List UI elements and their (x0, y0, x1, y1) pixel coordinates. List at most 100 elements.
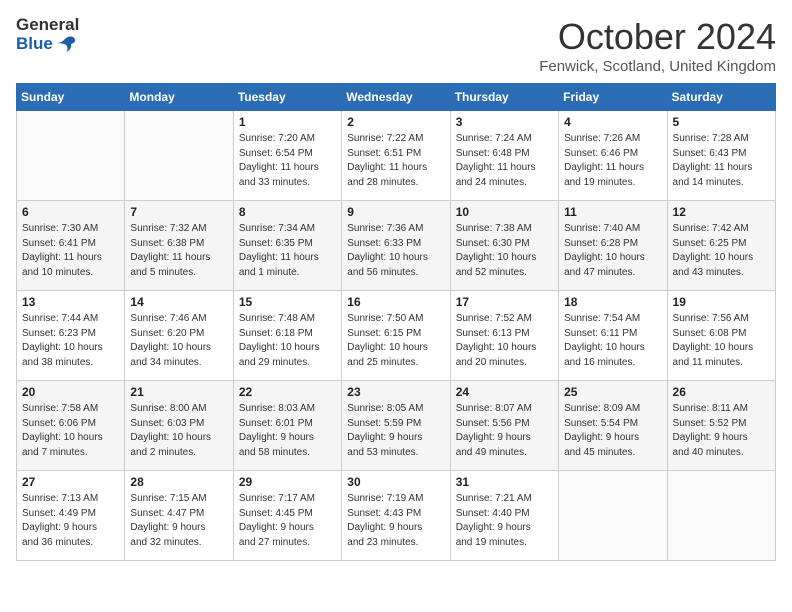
weekday-header-tuesday: Tuesday (233, 84, 341, 111)
calendar-cell: 23 Sunrise: 8:05 AM Sunset: 5:59 PM Dayli… (342, 381, 450, 471)
day-number: 18 (564, 295, 661, 309)
day-number: 6 (22, 205, 119, 219)
calendar-cell: 5 Sunrise: 7:28 AM Sunset: 6:43 PM Daylig… (667, 111, 775, 201)
day-info: Sunrise: 7:42 AM Sunset: 6:25 PM Dayligh… (673, 222, 770, 280)
day-info: Sunrise: 7:56 AM Sunset: 6:08 PM Dayligh… (673, 312, 770, 370)
day-number: 3 (456, 115, 553, 129)
day-number: 19 (673, 295, 770, 309)
day-number: 2 (347, 115, 444, 129)
day-info: Sunrise: 7:17 AM Sunset: 4:45 PM Dayligh… (239, 492, 336, 550)
calendar-cell: 15 Sunrise: 7:48 AM Sunset: 6:18 PM Dayli… (233, 291, 341, 381)
day-info: Sunrise: 7:24 AM Sunset: 6:48 PM Dayligh… (456, 132, 553, 190)
day-info: Sunrise: 7:54 AM Sunset: 6:11 PM Dayligh… (564, 312, 661, 370)
day-info: Sunrise: 7:13 AM Sunset: 4:49 PM Dayligh… (22, 492, 119, 550)
calendar-cell: 7Sunrise: 7:32 AM Sunset: 6:38 PM Daylig… (125, 201, 233, 291)
calendar-cell: 8 Sunrise: 7:34 AM Sunset: 6:35 PM Daylig… (233, 201, 341, 291)
weekday-header-wednesday: Wednesday (342, 84, 450, 111)
day-info: Sunrise: 7:21 AM Sunset: 4:40 PM Dayligh… (456, 492, 553, 550)
day-info: Sunrise: 7:52 AM Sunset: 6:13 PM Dayligh… (456, 312, 553, 370)
day-info: Sunrise: 7:28 AM Sunset: 6:43 PM Dayligh… (673, 132, 770, 190)
day-info: Sunrise: 7:40 AM Sunset: 6:28 PM Dayligh… (564, 222, 661, 280)
day-info: Sunrise: 7:50 AM Sunset: 6:15 PM Dayligh… (347, 312, 444, 370)
calendar-cell: 29 Sunrise: 7:17 AM Sunset: 4:45 PM Dayli… (233, 471, 341, 561)
day-number: 27 (22, 475, 119, 489)
day-info: Sunrise: 7:30 AM Sunset: 6:41 PM Dayligh… (22, 222, 119, 280)
calendar-table: SundayMondayTuesdayWednesdayThursdayFrid… (16, 83, 776, 561)
calendar-cell (17, 111, 125, 201)
calendar-cell: 3 Sunrise: 7:24 AM Sunset: 6:48 PM Daylig… (450, 111, 558, 201)
calendar-cell: 28 Sunrise: 7:15 AM Sunset: 4:47 PM Dayli… (125, 471, 233, 561)
day-number: 21 (130, 385, 227, 399)
day-info: Sunrise: 8:00 AM Sunset: 6:03 PM Dayligh… (130, 402, 227, 460)
calendar-cell: 20 Sunrise: 7:58 AM Sunset: 6:06 PM Dayli… (17, 381, 125, 471)
calendar-week-1: 1 Sunrise: 7:20 AM Sunset: 6:54 PM Daylig… (17, 111, 776, 201)
calendar-cell: 21 Sunrise: 8:00 AM Sunset: 6:03 PM Dayli… (125, 381, 233, 471)
calendar-cell: 14 Sunrise: 7:46 AM Sunset: 6:20 PM Dayli… (125, 291, 233, 381)
title-block: October 2024 Fenwick, Scotland, United K… (539, 16, 776, 75)
calendar-cell (559, 471, 667, 561)
day-info: Sunrise: 7:26 AM Sunset: 6:46 PM Dayligh… (564, 132, 661, 190)
calendar-cell: 13Sunrise: 7:44 AM Sunset: 6:23 PM Dayli… (17, 291, 125, 381)
weekday-header-row: SundayMondayTuesdayWednesdayThursdayFrid… (17, 84, 776, 111)
day-number: 17 (456, 295, 553, 309)
logo: General Blue (16, 16, 79, 53)
day-info: Sunrise: 7:48 AM Sunset: 6:18 PM Dayligh… (239, 312, 336, 370)
weekday-header-thursday: Thursday (450, 84, 558, 111)
day-number: 20 (22, 385, 119, 399)
day-info: Sunrise: 8:11 AM Sunset: 5:52 PM Dayligh… (673, 402, 770, 460)
day-number: 28 (130, 475, 227, 489)
day-info: Sunrise: 7:34 AM Sunset: 6:35 PM Dayligh… (239, 222, 336, 280)
calendar-cell: 1 Sunrise: 7:20 AM Sunset: 6:54 PM Daylig… (233, 111, 341, 201)
day-number: 30 (347, 475, 444, 489)
day-info: Sunrise: 7:46 AM Sunset: 6:20 PM Dayligh… (130, 312, 227, 370)
day-number: 29 (239, 475, 336, 489)
calendar-cell (125, 111, 233, 201)
logo-blue: Blue (16, 35, 53, 54)
day-info: Sunrise: 7:36 AM Sunset: 6:33 PM Dayligh… (347, 222, 444, 280)
calendar-week-3: 13Sunrise: 7:44 AM Sunset: 6:23 PM Dayli… (17, 291, 776, 381)
day-info: Sunrise: 7:44 AM Sunset: 6:23 PM Dayligh… (22, 312, 119, 370)
calendar-cell: 30 Sunrise: 7:19 AM Sunset: 4:43 PM Dayli… (342, 471, 450, 561)
weekday-header-saturday: Saturday (667, 84, 775, 111)
day-info: Sunrise: 7:15 AM Sunset: 4:47 PM Dayligh… (130, 492, 227, 550)
day-info: Sunrise: 7:58 AM Sunset: 6:06 PM Dayligh… (22, 402, 119, 460)
day-info: Sunrise: 7:19 AM Sunset: 4:43 PM Dayligh… (347, 492, 444, 550)
calendar-cell: 4Sunrise: 7:26 AM Sunset: 6:46 PM Daylig… (559, 111, 667, 201)
calendar-cell: 16Sunrise: 7:50 AM Sunset: 6:15 PM Dayli… (342, 291, 450, 381)
calendar-cell: 6 Sunrise: 7:30 AM Sunset: 6:41 PM Daylig… (17, 201, 125, 291)
calendar-cell: 22 Sunrise: 8:03 AM Sunset: 6:01 PM Dayli… (233, 381, 341, 471)
weekday-header-monday: Monday (125, 84, 233, 111)
calendar-cell (667, 471, 775, 561)
calendar-cell: 27 Sunrise: 7:13 AM Sunset: 4:49 PM Dayli… (17, 471, 125, 561)
month-title: October 2024 (539, 16, 776, 58)
day-number: 15 (239, 295, 336, 309)
day-number: 31 (456, 475, 553, 489)
day-number: 14 (130, 295, 227, 309)
day-info: Sunrise: 7:38 AM Sunset: 6:30 PM Dayligh… (456, 222, 553, 280)
calendar-cell: 17 Sunrise: 7:52 AM Sunset: 6:13 PM Dayli… (450, 291, 558, 381)
day-number: 12 (673, 205, 770, 219)
day-info: Sunrise: 7:20 AM Sunset: 6:54 PM Dayligh… (239, 132, 336, 190)
day-number: 7 (130, 205, 227, 219)
logo-bird-icon (55, 35, 77, 53)
day-number: 23 (347, 385, 444, 399)
calendar-week-5: 27 Sunrise: 7:13 AM Sunset: 4:49 PM Dayli… (17, 471, 776, 561)
day-info: Sunrise: 7:22 AM Sunset: 6:51 PM Dayligh… (347, 132, 444, 190)
calendar-cell: 18 Sunrise: 7:54 AM Sunset: 6:11 PM Dayli… (559, 291, 667, 381)
calendar-cell: 24 Sunrise: 8:07 AM Sunset: 5:56 PM Dayli… (450, 381, 558, 471)
weekday-header-friday: Friday (559, 84, 667, 111)
day-number: 8 (239, 205, 336, 219)
day-number: 22 (239, 385, 336, 399)
calendar-cell: 2 Sunrise: 7:22 AM Sunset: 6:51 PM Daylig… (342, 111, 450, 201)
location: Fenwick, Scotland, United Kingdom (539, 58, 776, 75)
calendar-cell: 31 Sunrise: 7:21 AM Sunset: 4:40 PM Dayli… (450, 471, 558, 561)
day-info: Sunrise: 8:03 AM Sunset: 6:01 PM Dayligh… (239, 402, 336, 460)
day-info: Sunrise: 8:07 AM Sunset: 5:56 PM Dayligh… (456, 402, 553, 460)
calendar-cell: 12 Sunrise: 7:42 AM Sunset: 6:25 PM Dayli… (667, 201, 775, 291)
day-number: 5 (673, 115, 770, 129)
day-number: 24 (456, 385, 553, 399)
day-number: 1 (239, 115, 336, 129)
weekday-header-sunday: Sunday (17, 84, 125, 111)
calendar-cell: 10Sunrise: 7:38 AM Sunset: 6:30 PM Dayli… (450, 201, 558, 291)
day-info: Sunrise: 8:05 AM Sunset: 5:59 PM Dayligh… (347, 402, 444, 460)
